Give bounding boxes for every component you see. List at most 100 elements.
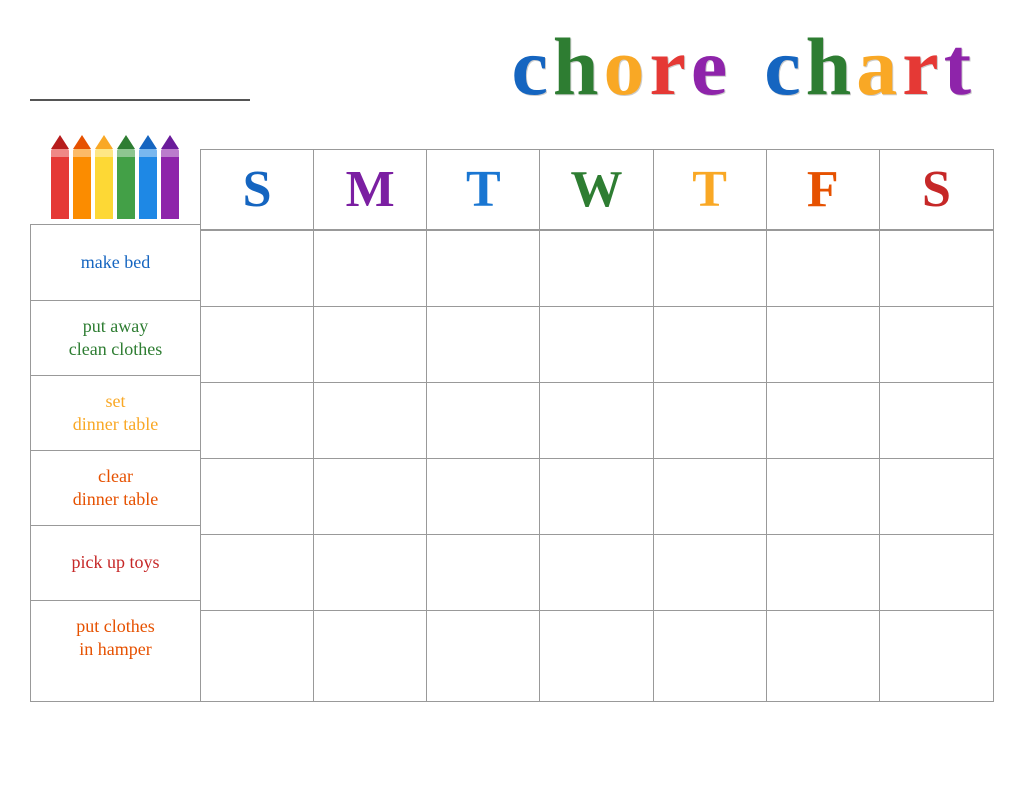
crayon-blue-band <box>139 149 157 157</box>
cell-put-away-wed[interactable] <box>540 307 653 382</box>
cell-make-bed-thu[interactable] <box>654 231 767 306</box>
crayon-blue-body <box>139 149 157 219</box>
crayon-blue <box>139 135 157 219</box>
day-friday: F <box>767 150 880 229</box>
cell-set-dinner-tue[interactable] <box>427 383 540 458</box>
cell-clear-dinner-sat[interactable] <box>880 459 993 534</box>
crayon-purple-body <box>161 149 179 219</box>
crayon-red-body <box>51 149 69 219</box>
cell-put-clothes-thu[interactable] <box>654 611 767 701</box>
cell-put-away-tue[interactable] <box>427 307 540 382</box>
chore-pick-up-toys: pick up toys <box>31 525 200 600</box>
cell-pick-toys-wed[interactable] <box>540 535 653 610</box>
cell-put-clothes-sat[interactable] <box>880 611 993 701</box>
chore-put-away: put awayclean clothes <box>31 300 200 375</box>
main-content: make bed put awayclean clothes setdinner… <box>30 144 994 702</box>
cell-make-bed-wed[interactable] <box>540 231 653 306</box>
day-tuesday: T <box>427 150 540 229</box>
crayon-yellow-body <box>95 149 113 219</box>
cell-put-clothes-fri[interactable] <box>767 611 880 701</box>
title-c: c <box>511 20 550 114</box>
cell-clear-dinner-mon[interactable] <box>314 459 427 534</box>
title-e1: e <box>691 20 730 114</box>
cell-clear-dinner-wed[interactable] <box>540 459 653 534</box>
title-r2: r <box>902 20 941 114</box>
title-ch: c <box>764 20 803 114</box>
row-pick-up-toys <box>201 534 993 610</box>
crayon-purple-tip <box>161 135 179 149</box>
cell-put-away-sun[interactable] <box>201 307 314 382</box>
crayon-red-band <box>51 149 69 157</box>
cell-put-clothes-mon[interactable] <box>314 611 427 701</box>
cell-pick-toys-thu[interactable] <box>654 535 767 610</box>
crayon-purple <box>161 135 179 219</box>
title-a: a <box>856 20 900 114</box>
crayon-orange-body <box>73 149 91 219</box>
cell-clear-dinner-fri[interactable] <box>767 459 880 534</box>
cell-make-bed-tue[interactable] <box>427 231 540 306</box>
chore-make-bed: make bed <box>31 225 200 300</box>
crayon-header <box>30 144 200 224</box>
day-sunday: S <box>201 150 314 229</box>
cell-make-bed-sat[interactable] <box>880 231 993 306</box>
title-t: t <box>944 20 974 114</box>
day-monday: M <box>314 150 427 229</box>
header: chore chart <box>30 20 994 124</box>
cell-pick-toys-mon[interactable] <box>314 535 427 610</box>
crayon-orange-band <box>73 149 91 157</box>
crayons <box>51 135 179 219</box>
chart-grid: S M T W T F S <box>200 149 994 702</box>
row-set-dinner <box>201 382 993 458</box>
cell-put-away-fri[interactable] <box>767 307 880 382</box>
crayon-blue-tip <box>139 135 157 149</box>
cell-put-away-mon[interactable] <box>314 307 427 382</box>
crayon-red-tip <box>51 135 69 149</box>
cell-pick-toys-sun[interactable] <box>201 535 314 610</box>
crayon-green-body <box>117 149 135 219</box>
cell-pick-toys-sat[interactable] <box>880 535 993 610</box>
crayon-yellow-tip <box>95 135 113 149</box>
cell-clear-dinner-sun[interactable] <box>201 459 314 534</box>
crayon-orange-tip <box>73 135 91 149</box>
crayon-yellow-band <box>95 149 113 157</box>
crayon-yellow <box>95 135 113 219</box>
cell-clear-dinner-tue[interactable] <box>427 459 540 534</box>
chore-labels: make bed put awayclean clothes setdinner… <box>30 224 200 702</box>
cell-set-dinner-sun[interactable] <box>201 383 314 458</box>
cell-set-dinner-sat[interactable] <box>880 383 993 458</box>
crayon-red <box>51 135 69 219</box>
cell-pick-toys-tue[interactable] <box>427 535 540 610</box>
cell-set-dinner-fri[interactable] <box>767 383 880 458</box>
cell-put-away-sat[interactable] <box>880 307 993 382</box>
crayon-section: make bed put awayclean clothes setdinner… <box>30 144 200 702</box>
cell-make-bed-mon[interactable] <box>314 231 427 306</box>
cell-clear-dinner-thu[interactable] <box>654 459 767 534</box>
row-clear-dinner <box>201 458 993 534</box>
cell-set-dinner-mon[interactable] <box>314 383 427 458</box>
title-r: r <box>649 20 688 114</box>
title-space <box>732 20 762 114</box>
day-wednesday: W <box>540 150 653 229</box>
page: chore chart <box>0 0 1024 791</box>
chore-set-dinner: setdinner table <box>31 375 200 450</box>
title-h: h <box>553 20 602 114</box>
row-put-away <box>201 306 993 382</box>
cell-put-clothes-sun[interactable] <box>201 611 314 701</box>
chore-put-clothes: put clothesin hamper <box>31 600 200 675</box>
crayon-green-band <box>117 149 135 157</box>
row-put-clothes <box>201 610 993 701</box>
cell-pick-toys-fri[interactable] <box>767 535 880 610</box>
name-line <box>30 71 250 101</box>
cell-make-bed-fri[interactable] <box>767 231 880 306</box>
cell-make-bed-sun[interactable] <box>201 231 314 306</box>
cell-set-dinner-wed[interactable] <box>540 383 653 458</box>
cell-set-dinner-thu[interactable] <box>654 383 767 458</box>
cell-put-away-thu[interactable] <box>654 307 767 382</box>
crayon-orange <box>73 135 91 219</box>
crayon-green-tip <box>117 135 135 149</box>
row-make-bed <box>201 230 993 306</box>
days-header: S M T W T F S <box>201 150 993 230</box>
cell-put-clothes-wed[interactable] <box>540 611 653 701</box>
title-o1: o <box>603 20 647 114</box>
cell-put-clothes-tue[interactable] <box>427 611 540 701</box>
